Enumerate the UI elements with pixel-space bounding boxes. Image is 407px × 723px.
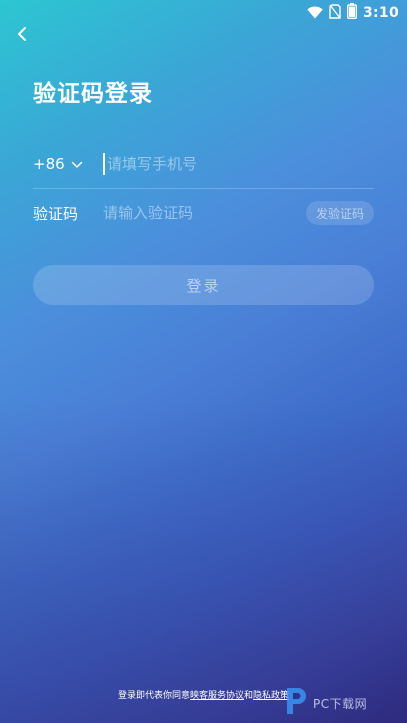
wifi-icon: [307, 4, 323, 23]
back-button[interactable]: [8, 24, 36, 48]
send-code-button[interactable]: 发验证码: [305, 201, 374, 225]
login-screen: 3:10 验证码登录 +86 验证码 发验证码 登录 登录即代表你同意映客服务协…: [0, 0, 407, 723]
phone-input[interactable]: [107, 151, 374, 177]
battery-icon: [346, 3, 357, 23]
status-icons: 3:10: [307, 3, 399, 23]
page-title: 验证码登录: [33, 81, 153, 107]
login-button[interactable]: 登录: [33, 265, 374, 305]
agreement-prefix: 登录即代表你同意: [117, 691, 190, 701]
status-bar: 3:10: [0, 0, 407, 24]
code-input[interactable]: [103, 200, 306, 226]
text-caret: [103, 153, 105, 175]
watermark: PC下载网: [283, 683, 407, 723]
country-code-value: +86: [33, 155, 65, 173]
chevron-left-icon: [16, 26, 28, 46]
agreement-joiner: 和: [244, 691, 254, 701]
chevron-down-icon: [71, 155, 83, 173]
phone-row: +86: [33, 140, 374, 189]
service-agreement-link[interactable]: 映客服务协议: [190, 691, 244, 701]
code-row: 验证码 发验证码: [33, 190, 374, 236]
no-sim-icon: [329, 3, 341, 23]
status-time: 3:10: [362, 5, 399, 21]
watermark-logo-icon: [283, 686, 309, 720]
country-code-selector[interactable]: +86: [33, 155, 103, 173]
watermark-text: PC下载网: [313, 696, 368, 711]
code-label: 验证码: [33, 204, 79, 223]
